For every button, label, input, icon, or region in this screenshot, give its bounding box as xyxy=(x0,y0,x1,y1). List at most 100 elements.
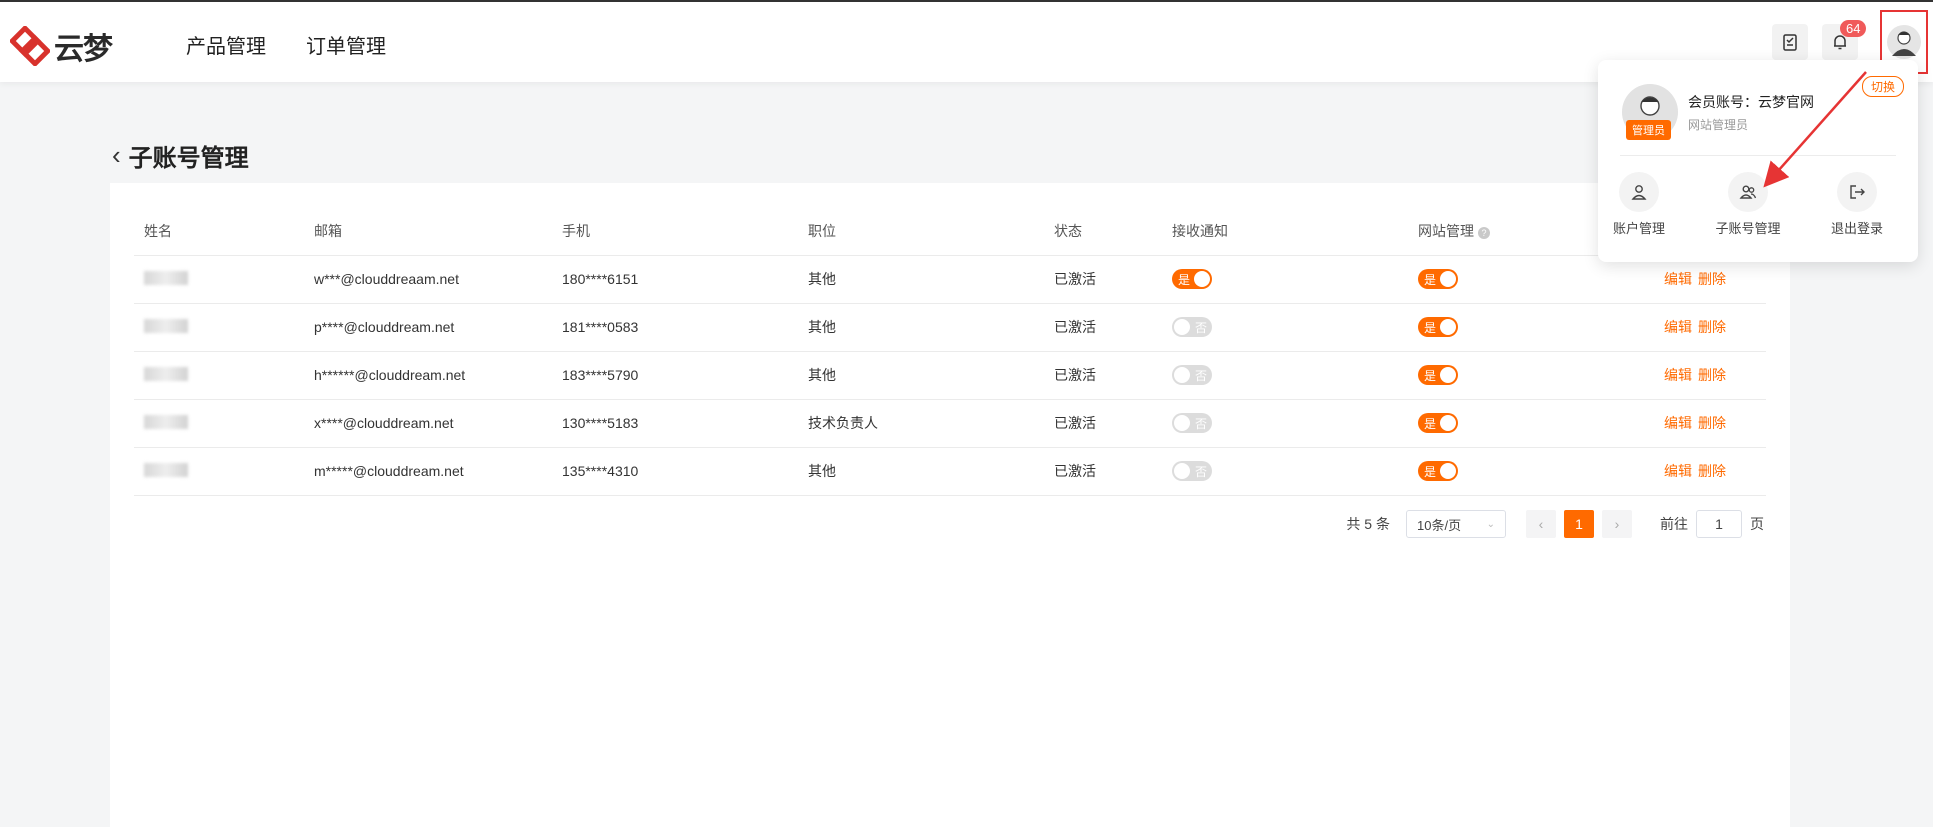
logo[interactable]: 云梦 xyxy=(8,24,113,68)
site-toggle[interactable]: 是 xyxy=(1418,461,1458,481)
nav-order-management[interactable]: 订单管理 xyxy=(306,30,386,59)
edit-button[interactable]: 编辑 xyxy=(1664,463,1692,479)
cell-position: 其他 xyxy=(808,303,1054,352)
notify-toggle[interactable]: 否 xyxy=(1172,317,1212,337)
help-icon[interactable]: ? xyxy=(1478,226,1490,239)
site-toggle[interactable]: 是 xyxy=(1418,413,1458,433)
admin-tag: 管理员 xyxy=(1626,120,1671,140)
dropdown-item-logout[interactable]: 退出登录 xyxy=(1812,172,1902,237)
cell-notify: 否 xyxy=(1172,303,1418,352)
task-button[interactable] xyxy=(1772,24,1808,60)
notify-toggle[interactable]: 是 xyxy=(1172,269,1212,289)
back-arrow-icon[interactable]: ‹ xyxy=(112,140,121,171)
goto-prefix: 前往 xyxy=(1660,516,1688,532)
page-title: ‹ 子账号管理 xyxy=(112,138,249,173)
nav-product-management[interactable]: 产品管理 xyxy=(186,30,266,59)
chevron-right-icon: › xyxy=(1614,516,1620,532)
notify-toggle[interactable]: 否 xyxy=(1172,365,1212,385)
logout-icon xyxy=(1837,172,1877,212)
prev-page-button[interactable]: ‹ xyxy=(1526,510,1556,538)
page-number-current[interactable]: 1 xyxy=(1564,510,1594,538)
notify-toggle[interactable]: 否 xyxy=(1172,461,1212,481)
delete-button[interactable]: 删除 xyxy=(1698,319,1726,335)
cell-notify: 否 xyxy=(1172,399,1418,448)
edit-button[interactable]: 编辑 xyxy=(1664,367,1692,383)
cell-name xyxy=(134,447,314,496)
delete-button[interactable]: 删除 xyxy=(1698,415,1726,431)
main-nav: 产品管理 订单管理 xyxy=(186,30,386,59)
cell-site: 是 xyxy=(1418,351,1664,400)
cell-phone: 181****0583 xyxy=(562,303,808,352)
switch-account-button[interactable]: 切换 xyxy=(1861,76,1904,97)
avatar-icon xyxy=(1887,25,1921,59)
users-icon xyxy=(1728,172,1768,212)
notification-badge: 64 xyxy=(1840,20,1867,37)
logo-text: 云梦 xyxy=(54,33,113,66)
site-toggle[interactable]: 是 xyxy=(1418,269,1458,289)
edit-button[interactable]: 编辑 xyxy=(1664,319,1692,335)
pagination: 共 5 条 10条/页 ⌄ ‹ 1 › 前往 1 页 xyxy=(1346,510,1764,538)
col-phone: 手机 xyxy=(562,207,808,256)
cell-email: x****@clouddream.net xyxy=(314,399,562,448)
edit-button[interactable]: 编辑 xyxy=(1664,271,1692,287)
cell-status: 已激活 xyxy=(1054,351,1172,400)
cell-name xyxy=(134,255,314,304)
cell-email: m*****@clouddream.net xyxy=(314,447,562,496)
blurred-name xyxy=(144,414,188,429)
notify-toggle[interactable]: 否 xyxy=(1172,413,1212,433)
chevron-left-icon: ‹ xyxy=(1538,516,1544,532)
page-title-text: 子账号管理 xyxy=(128,145,249,172)
col-position: 职位 xyxy=(808,207,1054,256)
delete-button[interactable]: 删除 xyxy=(1698,367,1726,383)
next-page-button[interactable]: › xyxy=(1602,510,1632,538)
account-label: 会员账号：云梦官网 xyxy=(1688,94,1814,110)
notification-button[interactable]: 64 xyxy=(1822,20,1867,60)
dropdown-item-sub-accounts[interactable]: 子账号管理 xyxy=(1703,172,1793,237)
delete-button[interactable]: 删除 xyxy=(1698,463,1726,479)
cell-notify: 是 xyxy=(1172,255,1418,304)
blurred-name xyxy=(144,270,188,285)
site-toggle[interactable]: 是 xyxy=(1418,365,1458,385)
clipboard-icon xyxy=(1783,34,1797,51)
cell-actions: 编辑 删除 xyxy=(1664,447,1766,496)
cell-email: p****@clouddream.net xyxy=(314,303,562,352)
cell-position: 其他 xyxy=(808,351,1054,400)
cell-site: 是 xyxy=(1418,255,1664,304)
cell-site: 是 xyxy=(1418,399,1664,448)
table-row: x****@clouddream.net 130****5183 技术负责人 已激活否… xyxy=(134,399,1766,448)
cell-actions: 编辑 删除 xyxy=(1664,399,1766,448)
dropdown-item-account-label: 账户管理 xyxy=(1612,221,1665,236)
table-row: m*****@clouddream.net 135****4310 其他 已激活否 是 编… xyxy=(134,447,1766,496)
cell-notify: 否 xyxy=(1172,351,1418,400)
page-size-select[interactable]: 10条/页 ⌄ xyxy=(1406,510,1506,538)
cell-status: 已激活 xyxy=(1054,303,1172,352)
cell-name xyxy=(134,351,314,400)
chevron-down-icon: ⌄ xyxy=(1486,518,1495,530)
goto-page-input[interactable]: 1 xyxy=(1696,510,1742,538)
cell-name xyxy=(134,399,314,448)
cell-status: 已激活 xyxy=(1054,447,1172,496)
edit-button[interactable]: 编辑 xyxy=(1664,415,1692,431)
site-toggle[interactable]: 是 xyxy=(1418,317,1458,337)
cell-position: 其他 xyxy=(808,255,1054,304)
cell-site: 是 xyxy=(1418,447,1664,496)
col-email: 邮箱 xyxy=(314,207,562,256)
delete-button[interactable]: 删除 xyxy=(1698,271,1726,287)
cell-email: w***@clouddreaam.net xyxy=(314,255,562,304)
table-row: p****@clouddream.net 181****0583 其他 已激活否 是 编辑… xyxy=(134,303,1766,352)
logo-mark-icon xyxy=(8,24,52,68)
blurred-name xyxy=(144,318,188,333)
sub-account-table: 姓名 邮箱 手机 职位 状态 接收通知 网站管理? w***@clouddrea… xyxy=(134,207,1766,496)
cell-phone: 135****4310 xyxy=(562,447,808,496)
pagination-total: 共 5 条 xyxy=(1346,516,1390,532)
dropdown-item-account[interactable]: 账户管理 xyxy=(1594,172,1684,237)
dropdown-item-sub-accounts-label: 子账号管理 xyxy=(1715,221,1781,236)
cell-actions: 编辑 删除 xyxy=(1664,351,1766,400)
cell-phone: 130****5183 xyxy=(562,399,808,448)
cell-position: 技术负责人 xyxy=(808,399,1054,448)
col-name: 姓名 xyxy=(134,207,314,256)
blurred-name xyxy=(144,366,188,381)
cell-position: 其他 xyxy=(808,447,1054,496)
blurred-name xyxy=(144,462,188,477)
cell-status: 已激活 xyxy=(1054,399,1172,448)
